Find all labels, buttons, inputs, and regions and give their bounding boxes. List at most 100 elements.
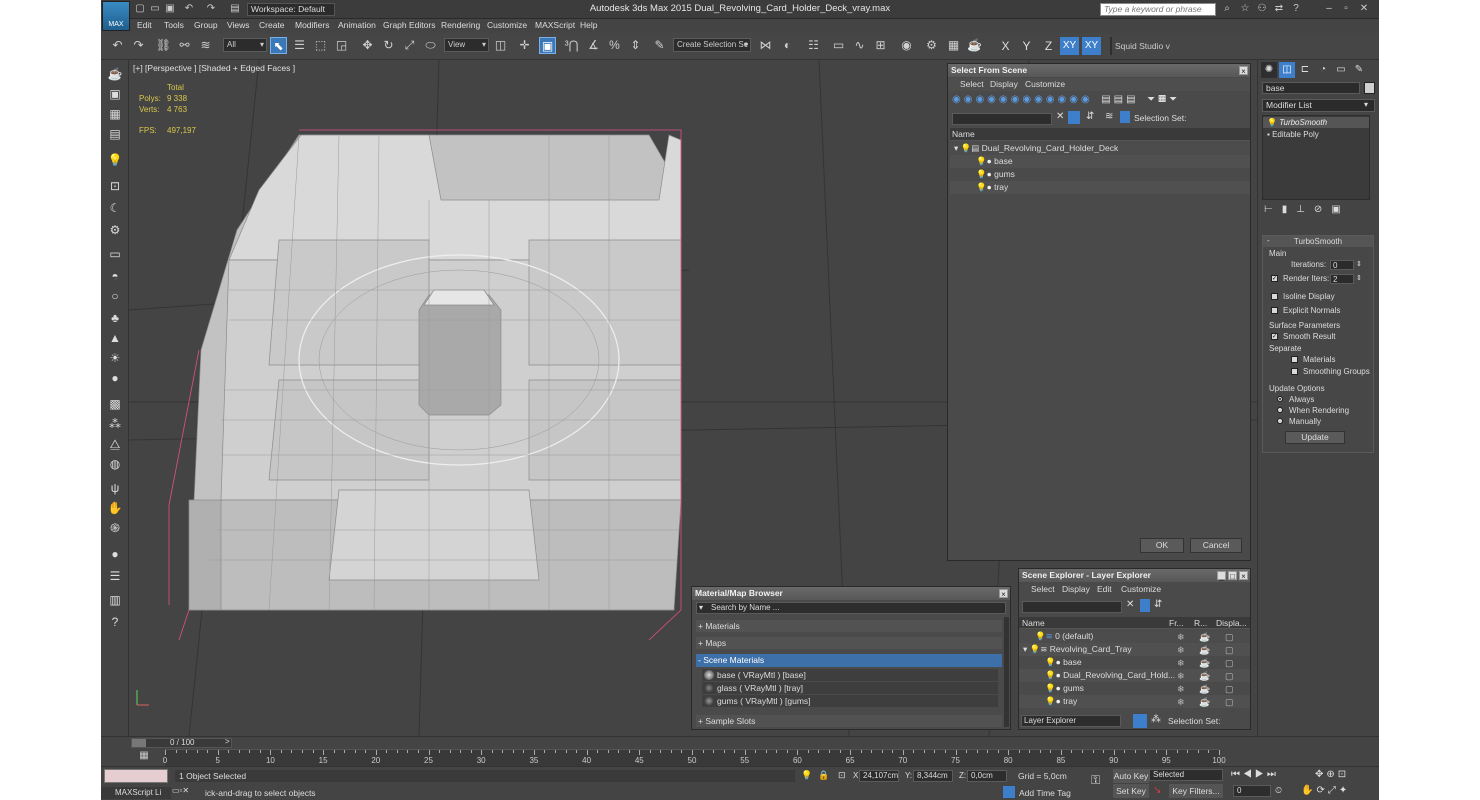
exchange-icon[interactable]: ⇄: [1273, 3, 1285, 15]
spinner-arrows-icon[interactable]: ⇕: [1356, 274, 1362, 282]
menu-customize[interactable]: Customize: [487, 20, 527, 30]
object-name-input[interactable]: base: [1262, 82, 1360, 94]
list-view-icons[interactable]: ▤▤▤: [1101, 94, 1138, 105]
menu-help[interactable]: Help: [580, 20, 597, 30]
menu-rendering[interactable]: Rendering: [441, 20, 480, 30]
key-icon[interactable]: ⚿: [1091, 773, 1100, 788]
render-teapot-icons[interactable]: ☕ ☕ ☕ ☕ ☕ ☕: [1199, 631, 1210, 709]
menu-animation[interactable]: Animation: [338, 20, 376, 30]
window-buttons-icon[interactable]: ▭▫✕: [172, 786, 189, 795]
selection-set-icon[interactable]: [1120, 111, 1130, 123]
lightbulb-icon[interactable]: 💡: [1267, 118, 1277, 127]
cancel-button[interactable]: Cancel: [1190, 538, 1242, 553]
align-icon[interactable]: ◐: [779, 37, 796, 54]
close-icon[interactable]: ×: [999, 589, 1008, 599]
curve-editor-toggle-icon[interactable]: ▦: [137, 750, 151, 764]
ball-icon[interactable]: ●: [107, 546, 123, 562]
iterations-spinner[interactable]: 0: [1330, 260, 1354, 270]
se-menu-select[interactable]: Select: [1031, 584, 1055, 594]
viewport-nav-icons-bottom[interactable]: ✋⟳⤢✦: [1301, 785, 1350, 796]
maxscript-label[interactable]: MAXScript Li: [101, 787, 171, 799]
sfs-search-input[interactable]: [952, 113, 1052, 125]
find-icon[interactable]: [1140, 599, 1150, 612]
isolate-icon[interactable]: 💡: [801, 770, 812, 781]
modify-tab-icon[interactable]: ◫: [1279, 62, 1295, 78]
explorer-type-dropdown[interactable]: Layer Explorer: [1021, 715, 1121, 727]
snaps-toggle-icon[interactable]: ³⋂: [563, 37, 580, 54]
modifier-list-dropdown[interactable]: Modifier List: [1262, 99, 1375, 112]
select-by-name-icon[interactable]: ☰: [291, 37, 308, 54]
clear-search-icon[interactable]: ✕: [1056, 111, 1064, 122]
select-object-icon[interactable]: ⬉: [270, 37, 287, 54]
plane-icon[interactable]: ▭: [107, 246, 123, 262]
group-maps[interactable]: + Maps: [696, 637, 1002, 649]
time-slider[interactable]: 0 / 100: [131, 738, 232, 748]
smooth-result-checkbox[interactable]: ✓: [1271, 333, 1278, 340]
pyramid-icon[interactable]: ⧋: [107, 436, 123, 452]
rollout-collapse-icon[interactable]: -: [1267, 236, 1270, 245]
mirror-icon[interactable]: ⋈: [757, 37, 774, 54]
unlink-icon[interactable]: ⚯: [176, 37, 193, 54]
menu-graph-editors[interactable]: Graph Editors: [383, 20, 435, 30]
checker-icon[interactable]: ▩: [107, 396, 123, 412]
menu-maxscript[interactable]: MAXScript: [535, 20, 575, 30]
box-icon[interactable]: ▣: [107, 86, 123, 102]
minimize-icon[interactable]: _: [1217, 571, 1226, 581]
redo-icon[interactable]: ↷: [130, 37, 147, 54]
select-manipulate-icon[interactable]: ✛: [516, 37, 533, 54]
sfs-menu-display[interactable]: Display: [990, 79, 1018, 89]
explicit-normals-checkbox[interactable]: [1271, 307, 1278, 314]
grass-icon[interactable]: ψ: [107, 480, 123, 496]
place-icon[interactable]: ⬭: [422, 37, 439, 54]
sync-icon[interactable]: ⇵: [1086, 111, 1094, 122]
y-coordinate-field[interactable]: 8,344cm: [913, 770, 953, 782]
hierarchy-tab-icon[interactable]: ⊏: [1297, 62, 1313, 78]
help-icon[interactable]: ?: [1290, 3, 1302, 15]
edit-named-sets-icon[interactable]: ✎: [651, 37, 668, 54]
keyboard-shortcut-override-icon[interactable]: ▣: [539, 37, 556, 54]
se-menu-edit[interactable]: Edit: [1097, 584, 1112, 594]
hierarchy-mode-icon[interactable]: ⁂: [1151, 714, 1161, 725]
chevron-down-icon[interactable]: ▾: [699, 603, 703, 612]
restore-icon[interactable]: ▫: [1340, 3, 1352, 15]
time-tag-icon[interactable]: [1003, 786, 1015, 798]
separate-smoothing-checkbox[interactable]: [1291, 368, 1298, 375]
se-menu-display[interactable]: Display: [1062, 584, 1090, 594]
sfs-menu-customize[interactable]: Customize: [1025, 79, 1065, 89]
object-color-swatch[interactable]: [1364, 82, 1375, 94]
find-icon[interactable]: [1068, 111, 1080, 124]
material-item-base[interactable]: base ( VRayMtl ) [base]: [702, 669, 998, 681]
time-slider-thumb[interactable]: [132, 739, 146, 747]
update-button[interactable]: Update: [1285, 431, 1345, 444]
rect-selection-icon[interactable]: ⬚: [312, 37, 329, 54]
maximize-icon[interactable]: □: [1228, 571, 1237, 581]
display-box-icons[interactable]: ▢ ▢ ▢ ▢ ▢ ▢: [1225, 631, 1234, 709]
stack-item-turbosmooth[interactable]: 💡 TurboSmooth: [1263, 117, 1369, 128]
playback-controls[interactable]: ⏮◀▶⏭: [1231, 769, 1279, 780]
se-selection-set-label[interactable]: Selection Set:: [1168, 716, 1220, 726]
pivot-icon[interactable]: ◫: [492, 37, 509, 54]
dome-icon[interactable]: ◓: [107, 268, 123, 284]
default-in-out-icon[interactable]: ↘: [1153, 785, 1161, 796]
se-row[interactable]: 💡● gums: [1019, 682, 1250, 695]
menu-modifiers[interactable]: Modifiers: [295, 20, 329, 30]
layer-manager-icon[interactable]: ☷: [805, 37, 822, 54]
stack-tools-icons[interactable]: ⊢▮⊥⊘▣: [1264, 204, 1374, 218]
rendered-frame-window-icon[interactable]: ▦: [945, 37, 962, 54]
graph-icon[interactable]: ▥: [107, 592, 123, 608]
material-item-gums[interactable]: gums ( VRayMtl ) [gums]: [702, 695, 998, 707]
key-mode-dropdown[interactable]: Selected: [1149, 769, 1223, 781]
material-editor-icon[interactable]: ◉: [898, 37, 915, 54]
ok-button[interactable]: OK: [1140, 538, 1184, 553]
menu-views[interactable]: Views: [227, 20, 250, 30]
render-iters-spinner[interactable]: 2: [1330, 274, 1354, 284]
grid-icon[interactable]: ▦: [107, 106, 123, 122]
maxscript-listener-mini[interactable]: [104, 769, 168, 783]
render-teapot-icon[interactable]: ☕: [966, 37, 983, 54]
sfs-tree-row[interactable]: 💡● base: [950, 155, 1250, 168]
save-icon[interactable]: ▣: [164, 3, 176, 15]
menu-edit[interactable]: Edit: [137, 20, 152, 30]
turbosmooth-rollout-header[interactable]: TurboSmooth: [1263, 236, 1373, 247]
group-materials[interactable]: + Materials: [696, 620, 1002, 632]
frozen-icons[interactable]: ❄ ❄ ❄ ❄ ❄ ❄: [1177, 631, 1185, 709]
